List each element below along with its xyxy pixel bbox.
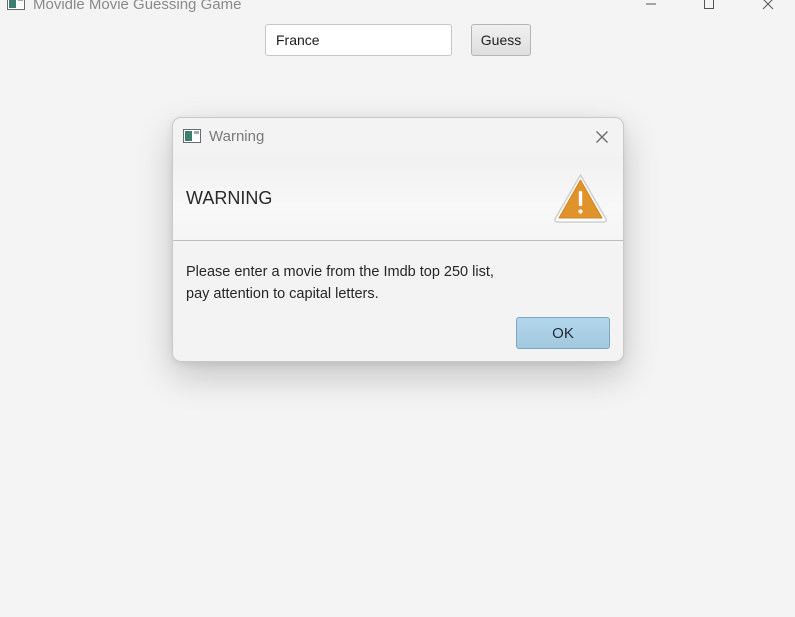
warning-triangle-icon	[554, 174, 607, 223]
guess-button[interactable]: Guess	[471, 24, 531, 56]
close-icon	[762, 0, 774, 10]
dialog-message-line: Please enter a movie from the Imdb top 2…	[186, 264, 494, 280]
app-window-icon	[7, 0, 25, 10]
dialog-titlebar: Warning	[173, 118, 623, 156]
minimize-icon	[646, 3, 656, 5]
close-icon	[596, 131, 608, 143]
dialog-close-button[interactable]	[591, 127, 613, 147]
dialog-app-icon	[183, 129, 201, 143]
minimize-button[interactable]	[628, 0, 674, 14]
maximize-icon	[704, 0, 714, 9]
ok-button[interactable]: OK	[516, 317, 610, 349]
maximize-button[interactable]	[686, 0, 732, 14]
movie-guess-input[interactable]	[265, 24, 452, 56]
main-window: Movidle Movie Guessing Game Guess	[0, 0, 795, 617]
close-button[interactable]	[745, 0, 791, 14]
dialog-header-text: WARNING	[186, 188, 273, 208]
dialog-message: Please enter a movie from the Imdb top 2…	[186, 261, 606, 305]
warning-dialog: Warning WARNING Please enter a movie fro…	[172, 117, 624, 362]
dialog-header: WARNING	[173, 156, 623, 241]
window-title: Movidle Movie Guessing Game	[33, 0, 242, 13]
dialog-message-line: pay attention to capital letters.	[186, 286, 379, 302]
dialog-title: Warning	[209, 128, 265, 145]
window-titlebar: Movidle Movie Guessing Game	[0, 0, 795, 16]
